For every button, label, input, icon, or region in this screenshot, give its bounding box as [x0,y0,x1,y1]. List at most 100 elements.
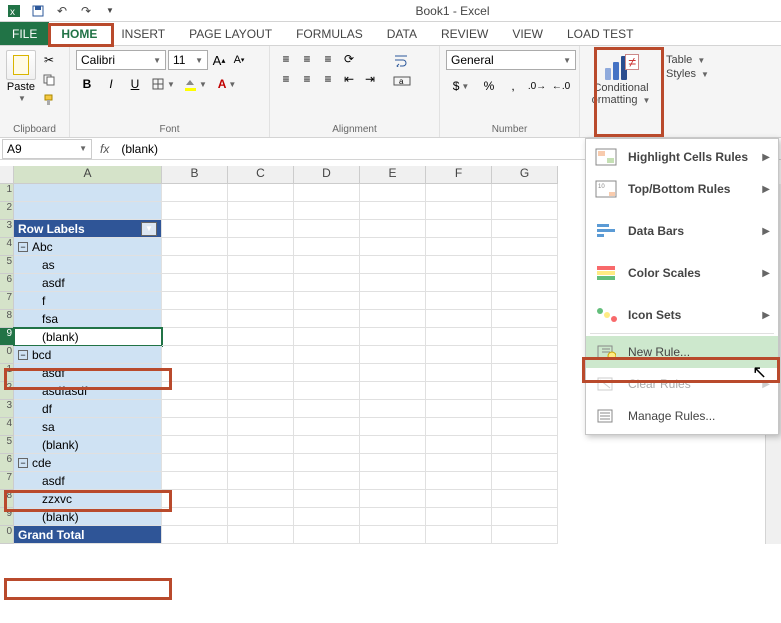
qat-customize-icon[interactable]: ▼ [100,2,120,20]
cell[interactable] [426,364,492,382]
save-icon[interactable] [28,2,48,20]
align-right-icon[interactable]: ≡ [318,70,338,88]
font-color-button[interactable]: A▼ [212,74,242,94]
paste-dropdown-icon[interactable]: ▼ [18,94,26,103]
row-header[interactable]: 6 [0,274,14,292]
row-header[interactable]: 7 [0,292,14,310]
cell[interactable] [162,184,228,202]
cell[interactable] [228,382,294,400]
cell[interactable]: sa [14,418,162,436]
active-cell[interactable]: (blank) [14,328,162,346]
cell[interactable] [492,310,558,328]
cell[interactable] [162,508,228,526]
cell[interactable] [492,436,558,454]
cell[interactable] [162,472,228,490]
row-header-active[interactable]: 9 [0,328,14,346]
cell[interactable] [426,184,492,202]
cell[interactable] [294,454,360,472]
tab-view[interactable]: VIEW [500,22,555,45]
pivot-group-cde[interactable]: −cde [14,454,162,472]
cell[interactable]: (blank) [14,508,162,526]
row-header[interactable]: 5 [0,436,14,454]
cell[interactable] [228,202,294,220]
cell[interactable] [426,328,492,346]
increase-decimal-button[interactable]: .0→ [526,76,548,96]
cell[interactable]: fsa [14,310,162,328]
cell[interactable] [360,256,426,274]
fill-color-button[interactable]: ▼ [180,74,210,94]
cell[interactable] [294,400,360,418]
cell[interactable] [14,184,162,202]
cell[interactable] [360,238,426,256]
grow-font-icon[interactable]: A▴ [210,51,228,69]
row-header[interactable]: 8 [0,490,14,508]
pivot-header[interactable]: Row Labels▼ [14,220,162,238]
tab-formulas[interactable]: FORMULAS [284,22,375,45]
cell[interactable] [426,346,492,364]
cell[interactable]: asdf [14,472,162,490]
align-bottom-icon[interactable]: ≡ [318,50,338,68]
cell[interactable] [492,400,558,418]
tab-data[interactable]: DATA [375,22,429,45]
cell[interactable] [162,490,228,508]
cell[interactable] [162,292,228,310]
align-center-icon[interactable]: ≡ [297,70,317,88]
row-header[interactable]: 2 [0,382,14,400]
cell[interactable] [162,310,228,328]
cell[interactable]: as [14,256,162,274]
cell[interactable] [360,292,426,310]
cell[interactable]: (blank) [14,436,162,454]
align-middle-icon[interactable]: ≡ [297,50,317,68]
tab-review[interactable]: REVIEW [429,22,500,45]
underline-button[interactable]: U [124,74,146,94]
pivot-group-bcd[interactable]: −bcd [14,346,162,364]
cell[interactable] [294,472,360,490]
shrink-font-icon[interactable]: A▾ [230,51,248,69]
cell[interactable] [426,220,492,238]
tab-file[interactable]: FILE [0,22,49,45]
cell[interactable] [360,202,426,220]
cell[interactable] [492,220,558,238]
cell[interactable]: asdfasdf [14,382,162,400]
cell[interactable] [228,490,294,508]
orientation-icon[interactable]: ⟳ [339,50,359,68]
cell[interactable] [162,202,228,220]
percent-button[interactable]: % [478,76,500,96]
cell[interactable] [492,184,558,202]
cell[interactable] [360,274,426,292]
cell-styles-button[interactable]: Styles ▼ [666,68,709,80]
cell[interactable] [294,346,360,364]
cut-icon[interactable]: ✂ [40,52,58,68]
cell[interactable] [360,436,426,454]
borders-button[interactable]: ▼ [148,74,178,94]
font-name-select[interactable]: Calibri▼ [76,50,166,70]
col-header-F[interactable]: F [426,166,492,184]
cell[interactable] [426,508,492,526]
cell[interactable] [294,508,360,526]
cell[interactable] [14,202,162,220]
cell[interactable] [492,490,558,508]
cell[interactable]: asdf [14,364,162,382]
cell[interactable] [492,256,558,274]
cell[interactable] [162,436,228,454]
align-top-icon[interactable]: ≡ [276,50,296,68]
cell[interactable] [162,418,228,436]
name-box[interactable]: A9▼ [2,139,92,159]
row-header[interactable]: 9 [0,508,14,526]
cell[interactable] [228,238,294,256]
cell[interactable]: asdf [14,274,162,292]
italic-button[interactable]: I [100,74,122,94]
cell[interactable] [228,472,294,490]
cell[interactable] [162,382,228,400]
row-header[interactable]: 6 [0,454,14,472]
menu-manage-rules[interactable]: Manage Rules... [586,400,778,432]
row-header[interactable]: 7 [0,472,14,490]
cell[interactable] [492,418,558,436]
row-header[interactable]: 3 [0,400,14,418]
redo-icon[interactable]: ↷ [76,2,96,20]
row-header[interactable]: 1 [0,184,14,202]
bold-button[interactable]: B [76,74,98,94]
cell[interactable] [162,454,228,472]
format-painter-icon[interactable] [40,92,58,108]
paste-button[interactable]: Paste ▼ [6,50,36,103]
